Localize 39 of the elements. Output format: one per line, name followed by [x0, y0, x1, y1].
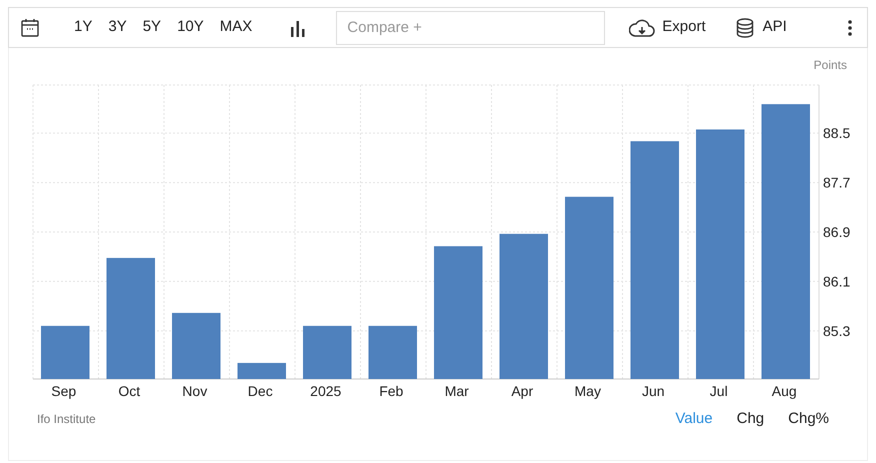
x-tick-label: May — [574, 383, 601, 399]
range-button[interactable]: 1Y — [74, 16, 92, 39]
x-tick-label: Nov — [182, 383, 208, 399]
x-tick-label: Feb — [379, 383, 404, 399]
y-tick-label: 86.9 — [823, 224, 850, 240]
x-tick-label: Sep — [51, 383, 76, 399]
x-tick-label: Mar — [444, 383, 469, 399]
y-tick-label: 85.3 — [823, 322, 850, 339]
x-tick-label: Dec — [248, 383, 273, 399]
api-button[interactable]: API — [736, 16, 787, 39]
bar — [172, 312, 220, 379]
export-button[interactable]: Export — [629, 16, 706, 39]
bar-chart-icon[interactable] — [290, 18, 306, 36]
y-tick-label: 88.5 — [823, 125, 850, 142]
bar — [238, 362, 286, 379]
x-tick-label: Apr — [511, 383, 534, 399]
range-button[interactable]: MAX — [220, 16, 252, 39]
database-icon — [736, 18, 754, 38]
range-button[interactable]: 5Y — [142, 16, 162, 39]
unit-label: Points — [814, 58, 847, 72]
bar — [368, 326, 417, 379]
cloud-download-icon — [629, 18, 656, 36]
compare-field[interactable]: Compare + — [336, 10, 606, 44]
y-tick-label: 86.1 — [823, 273, 850, 290]
x-tick-label: Aug — [772, 383, 797, 399]
y-tick-label: 87.7 — [823, 174, 850, 191]
mode-tab[interactable]: Chg — [736, 408, 764, 430]
range-button[interactable]: 10Y — [177, 16, 204, 39]
more-icon[interactable] — [848, 20, 852, 36]
calendar-icon[interactable] — [21, 18, 39, 38]
bar — [303, 326, 352, 379]
x-tick-label: Jul — [710, 383, 728, 399]
mode-tab[interactable]: Chg% — [788, 408, 829, 430]
range-button[interactable]: 3Y — [108, 16, 127, 39]
x-tick-label: Oct — [118, 383, 140, 399]
source-label: Ifo Institute — [37, 411, 96, 428]
x-tick-label: Jun — [642, 383, 665, 399]
bar — [41, 326, 90, 379]
x-tick-label: 2025 — [310, 383, 342, 399]
